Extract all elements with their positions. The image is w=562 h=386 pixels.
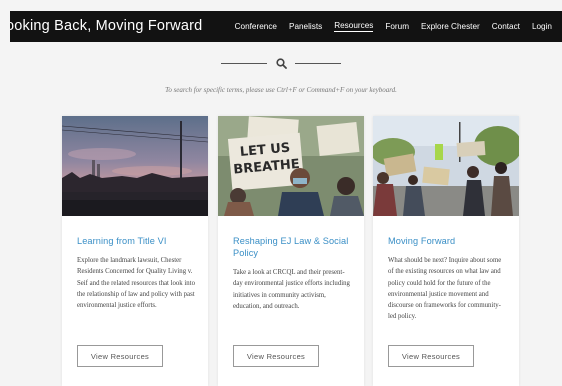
resource-card-title-vi: Learning from Title VI Explore the landm…	[62, 116, 208, 386]
search-hint: To search for specific terms, please use…	[165, 86, 397, 94]
resource-card-moving-forward: Moving Forward What should be next? Inqu…	[373, 116, 519, 386]
card-image-street-march	[373, 116, 519, 216]
card-title[interactable]: Moving Forward	[388, 235, 505, 247]
site-title[interactable]: ooking Back, Moving Forward	[10, 16, 202, 36]
nav-forum[interactable]: Forum	[385, 22, 409, 32]
card-description: Explore the landmark lawsuit, Chester Re…	[77, 257, 195, 310]
nav-contact[interactable]: Contact	[492, 22, 520, 32]
nav-conference[interactable]: Conference	[235, 22, 277, 32]
nav-explore-chester[interactable]: Explore Chester	[421, 22, 480, 32]
view-resources-button[interactable]: View Resources	[77, 345, 163, 367]
nav-resources[interactable]: Resources	[334, 21, 374, 32]
card-title[interactable]: Reshaping EJ Law & Social Policy	[233, 235, 350, 259]
divider-line-left	[221, 62, 267, 64]
card-description: What should be next? Inquire about some …	[388, 257, 502, 321]
card-image-industrial-sunset	[62, 116, 208, 216]
main-nav: Conference Panelists Resources Forum Exp…	[235, 11, 552, 42]
search-divider	[0, 57, 562, 69]
nav-panelists[interactable]: Panelists	[289, 22, 322, 32]
top-navbar: ooking Back, Moving Forward Conference P…	[10, 11, 562, 42]
card-image-protest-sign: LET USBREATHE	[218, 116, 364, 216]
search-icon[interactable]	[275, 57, 287, 69]
view-resources-button[interactable]: View Resources	[233, 345, 319, 367]
divider-line-right	[295, 62, 341, 64]
view-resources-button[interactable]: View Resources	[388, 345, 474, 367]
nav-login[interactable]: Login	[532, 22, 552, 32]
card-description: Take a look at CRCQL and their present-d…	[233, 269, 350, 310]
card-title[interactable]: Learning from Title VI	[77, 235, 194, 247]
resource-card-reshaping-ej: LET USBREATHE Reshaping EJ Law & Social …	[218, 116, 364, 386]
